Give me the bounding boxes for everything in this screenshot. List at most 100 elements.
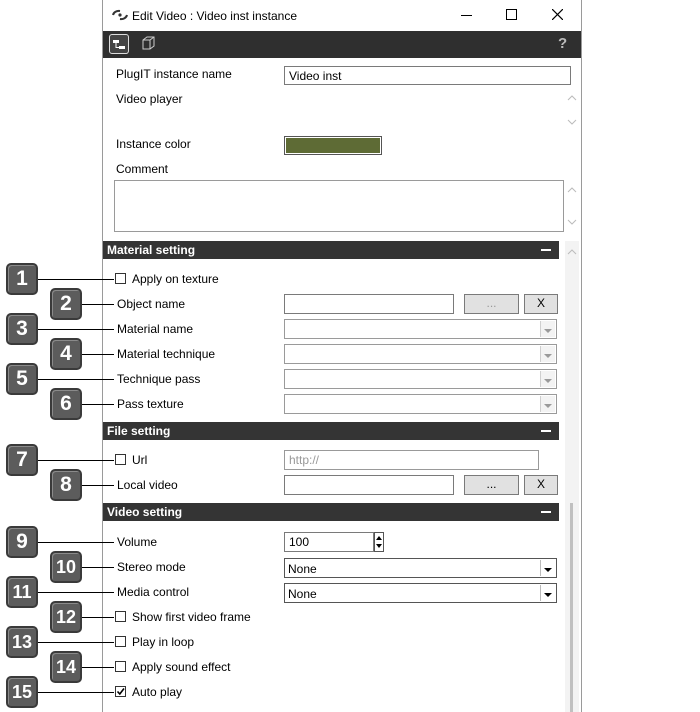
local-video-clear-button[interactable]: X [524, 475, 558, 495]
apply-on-texture-label: Apply on texture [132, 272, 219, 286]
object-browse-button[interactable]: ... [464, 294, 519, 314]
callout-badge: 15 [6, 676, 38, 708]
material-name-label: Material name [117, 322, 194, 336]
comment-label: Comment [116, 162, 169, 176]
object-name-label: Object name [117, 297, 186, 311]
play-in-loop-label: Play in loop [132, 635, 195, 649]
show-first-frame-checkbox[interactable] [115, 611, 126, 622]
callout-leader [38, 279, 114, 280]
callout-leader [80, 567, 114, 568]
dropdown-arrow-icon [540, 585, 555, 601]
callout-leader [80, 354, 114, 355]
local-video-input[interactable] [284, 475, 454, 495]
show-first-frame-label: Show first video frame [132, 610, 251, 624]
url-checkbox[interactable] [115, 454, 126, 465]
auto-play-checkbox[interactable] [115, 686, 126, 697]
callout-leader [80, 404, 114, 405]
apply-on-texture-checkbox[interactable] [115, 273, 126, 284]
stereo-mode-select[interactable]: None [284, 558, 557, 578]
instance-color-label: Instance color [116, 137, 191, 151]
local-video-browse-button[interactable]: ... [464, 475, 519, 495]
video-player-label: Video player [116, 92, 183, 106]
dropdown-arrow-icon [540, 321, 555, 337]
instance-color-swatch[interactable] [284, 136, 382, 155]
callout-leader [80, 667, 114, 668]
url-input[interactable]: http:// [284, 450, 539, 470]
instance-name-label: PlugIT instance name [116, 67, 232, 81]
play-in-loop-checkbox[interactable] [115, 636, 126, 647]
collapse-icon[interactable] [541, 430, 551, 432]
apply-sound-effect-label: Apply sound effect [132, 660, 231, 674]
material-technique-label: Material technique [117, 347, 216, 361]
technique-pass-label: Technique pass [117, 372, 201, 386]
toolbar: ? [103, 31, 581, 58]
local-video-label: Local video [117, 478, 178, 492]
media-control-value: None [288, 587, 317, 601]
main-scrollbar-thumb[interactable] [570, 503, 573, 712]
edit-video-window: Edit Video : Video inst instance ? PlugI… [102, 0, 582, 712]
collapse-icon[interactable] [541, 249, 551, 251]
pass-texture-select[interactable] [284, 394, 557, 414]
dropdown-arrow-icon [540, 560, 555, 576]
callout-leader [80, 617, 114, 618]
hierarchy-icon[interactable] [109, 34, 129, 54]
app-logo-icon [112, 9, 128, 21]
volume-label: Volume [117, 535, 158, 549]
comment-textarea[interactable] [114, 180, 564, 232]
pass-texture-label: Pass texture [117, 397, 184, 411]
help-icon[interactable]: ? [558, 35, 567, 52]
callout-badge: 9 [6, 526, 38, 558]
apply-sound-effect-checkbox[interactable] [115, 661, 126, 672]
window-title: Edit Video : Video inst instance [132, 9, 297, 23]
player-scrollbar[interactable] [565, 90, 579, 130]
media-control-select[interactable]: None [284, 583, 557, 603]
dropdown-arrow-icon [540, 371, 555, 387]
volume-input[interactable]: 100 [284, 532, 374, 552]
maximize-button[interactable] [506, 9, 517, 20]
stereo-mode-value: None [288, 562, 317, 576]
callout-badge: 6 [50, 388, 82, 420]
file-section-title: File setting [107, 424, 171, 438]
technique-pass-select[interactable] [284, 369, 557, 389]
callout-badge: 10 [50, 551, 82, 583]
callout-leader [38, 542, 114, 543]
video-section-title: Video setting [107, 505, 183, 519]
minimize-button[interactable] [461, 15, 472, 16]
callout-leader [38, 642, 114, 643]
callout-badge: 4 [50, 338, 82, 370]
collapse-icon[interactable] [541, 511, 551, 513]
media-control-label: Media control [117, 585, 190, 599]
callout-badge: 13 [6, 626, 38, 658]
callout-leader [80, 304, 114, 305]
callout-badge: 12 [50, 601, 82, 633]
callout-badge: 2 [50, 288, 82, 320]
instance-color-fill [286, 138, 380, 153]
dropdown-arrow-icon [540, 396, 555, 412]
material-section-header[interactable]: Material setting [103, 241, 559, 259]
object-name-input[interactable] [284, 294, 454, 314]
callout-badge: 11 [6, 576, 38, 608]
auto-play-label: Auto play [132, 685, 183, 699]
material-section-title: Material setting [107, 243, 196, 257]
callout-badge: 1 [6, 263, 38, 295]
material-name-select[interactable] [284, 319, 557, 339]
callout-leader [38, 329, 114, 330]
volume-stepper[interactable] [374, 532, 384, 552]
object-clear-button[interactable]: X [524, 294, 558, 314]
main-scrollbar[interactable] [565, 241, 579, 712]
file-section-header[interactable]: File setting [103, 422, 559, 440]
instance-name-input[interactable]: Video inst [284, 66, 571, 85]
comment-scrollbar[interactable] [565, 180, 579, 232]
dropdown-arrow-icon [540, 346, 555, 362]
cube-icon[interactable] [139, 34, 159, 54]
material-technique-select[interactable] [284, 344, 557, 364]
url-label: Url [132, 453, 148, 467]
title-bar: Edit Video : Video inst instance [103, 0, 581, 31]
callout-badge: 14 [50, 651, 82, 683]
callout-leader [38, 460, 114, 461]
callout-badge: 8 [50, 469, 82, 501]
callout-leader [38, 592, 114, 593]
close-button[interactable] [552, 9, 563, 20]
video-section-header[interactable]: Video setting [103, 503, 559, 521]
callout-leader [80, 485, 114, 486]
